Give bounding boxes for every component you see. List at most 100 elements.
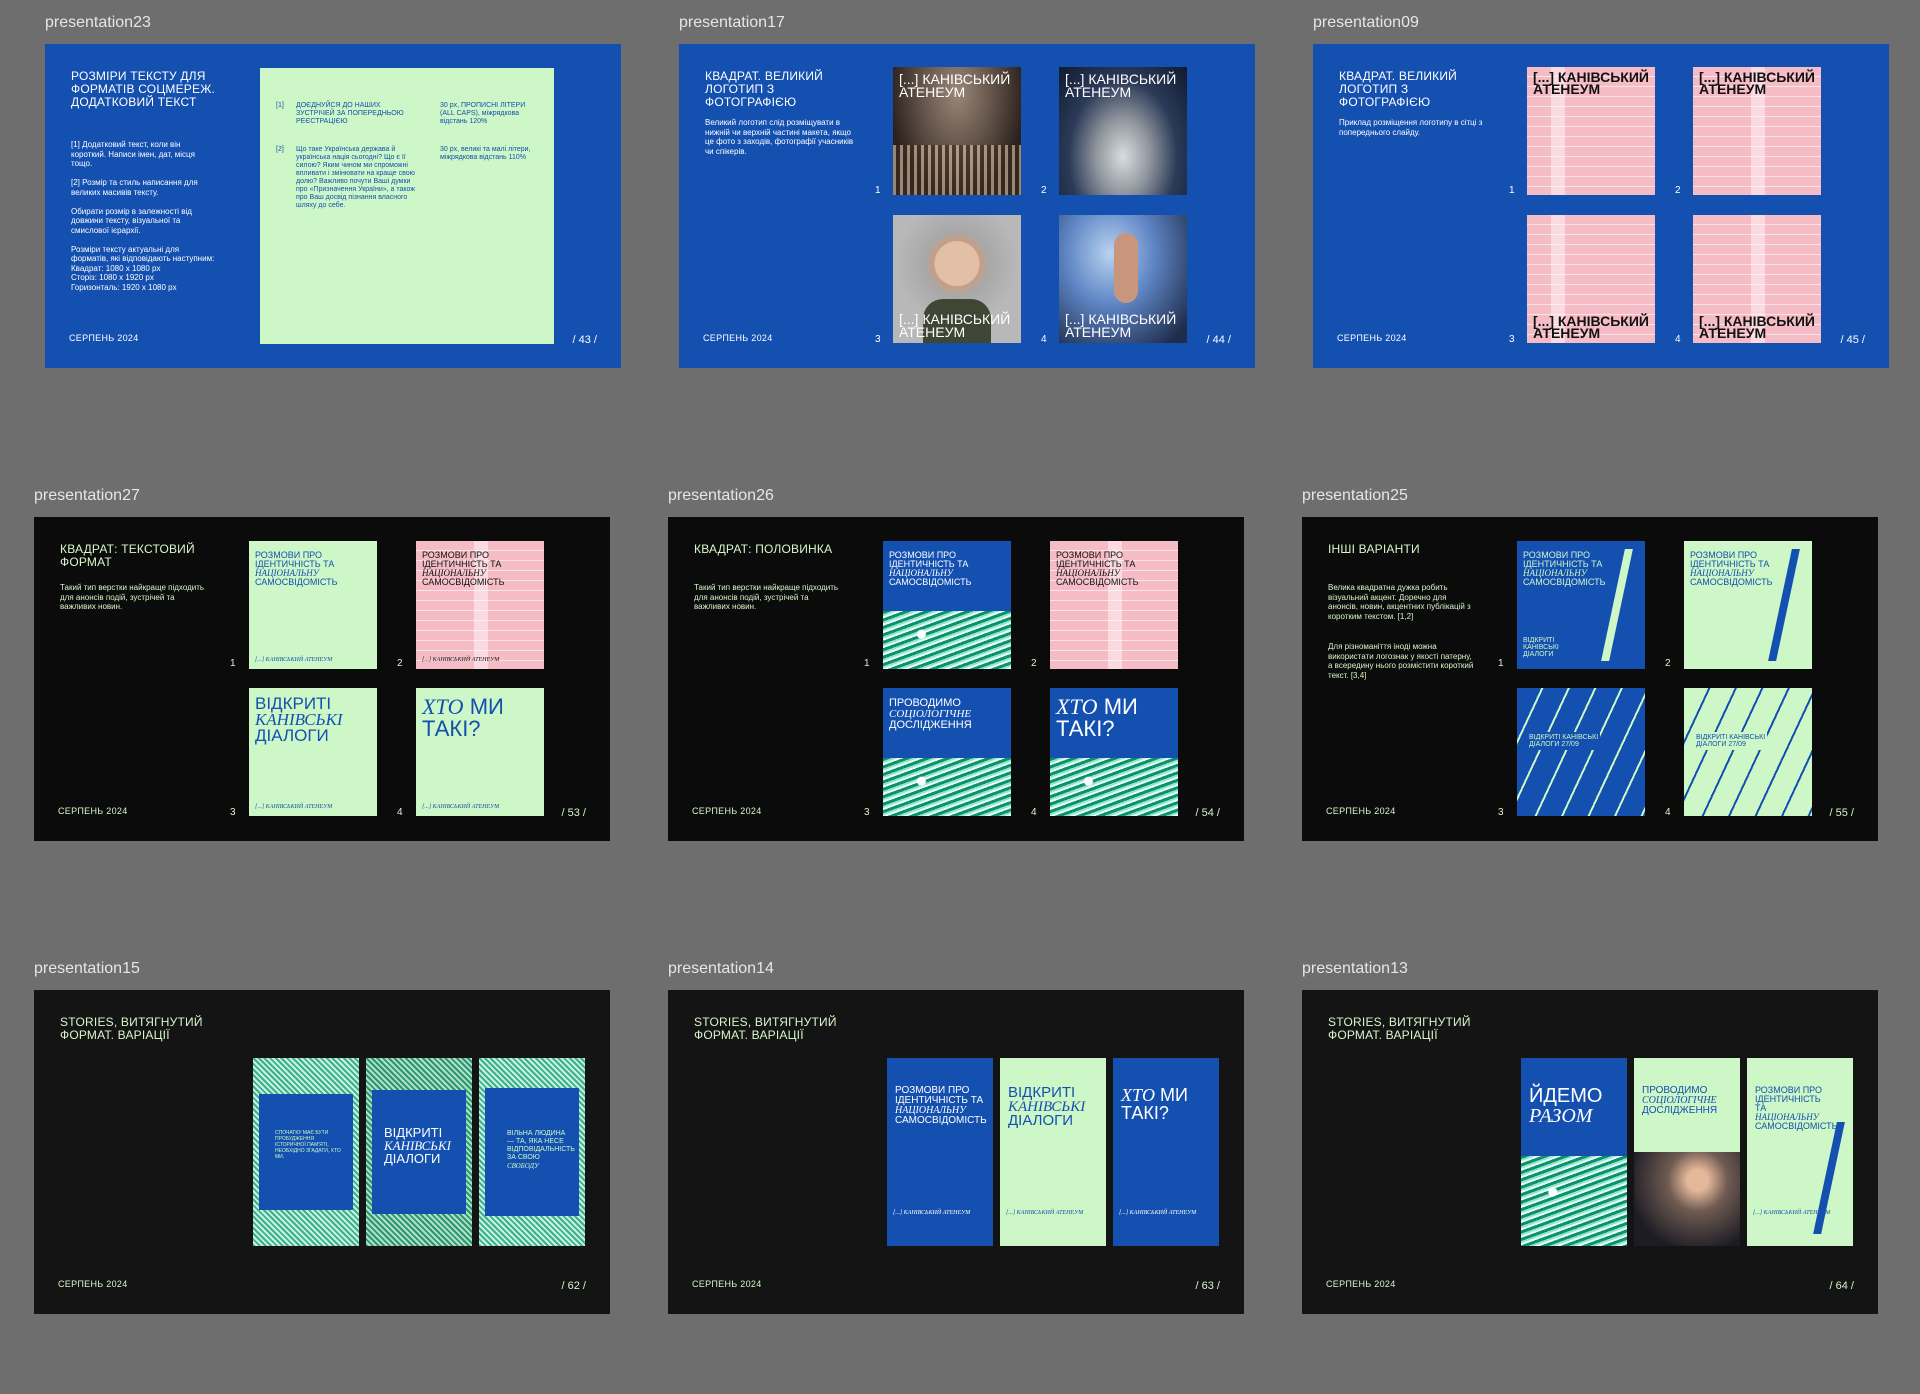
page-number: / 54 / <box>1195 807 1220 819</box>
card-number-2: 2 <box>1031 658 1037 669</box>
hand <box>1114 233 1138 303</box>
text-sample-panel: [1] ДОЄДНУЙСЯ ДО НАШИХ ЗУСТРІЧЕЙ ЗА ПОПЕ… <box>260 68 554 344</box>
logo-grid-card-1: [...] КАНІВСЬКИЙ АТЕНЕУМ <box>1527 67 1655 195</box>
logo-text: [...] КАНІВСЬКИЙ АТЕНЕУМ <box>1533 69 1649 97</box>
logo-text: [...] КАНІВСЬКИЙ АТЕНЕУМ <box>1699 313 1815 341</box>
half-card-2: РОЗМОВИ ПРО ІДЕНТИЧНІСТЬ ТА НАЦІОНАЛЬНУ … <box>1050 541 1178 669</box>
grid-number-2: 2 <box>1675 185 1681 196</box>
photo-number-4: 4 <box>1041 334 1047 345</box>
spec-text-1: 30 px, ПРОПИСНІ ЛІТЕРИ (ALL CAPS), міжря… <box>440 102 526 125</box>
bracket-shape <box>1768 549 1800 661</box>
slide-body: Великий логотип слід розміщувати в нижні… <box>705 118 854 156</box>
bracket-shape <box>1601 549 1633 661</box>
text-card-1: РОЗМОВИ ПРО ІДЕНТИЧНІСТЬ ТА НАЦІОНАЛЬНУ … <box>249 541 377 669</box>
slide-presentation09[interactable]: КВАДРАТ. ВЕЛИКИЙ ЛОГОТИП З ФОТОГРАФІЄЮ П… <box>1313 44 1889 368</box>
half-card-3: ПРОВОДИМО СОЦІОЛОГІЧНЕ ДОСЛІДЖЕННЯ <box>883 688 1011 816</box>
slide-date: СЕРПЕНЬ 2024 <box>69 333 139 343</box>
page-number: / 55 / <box>1829 807 1854 819</box>
slide-date: СЕРПЕНЬ 2024 <box>703 333 773 343</box>
logo-overlay: [...] КАНІВСЬКИЙ АТЕНЕУМ <box>899 71 1011 100</box>
slide-title: КВАДРАТ: ПОЛОВИНКА <box>694 542 833 556</box>
slide-date: СЕРПЕНЬ 2024 <box>58 806 128 816</box>
story-card-2: ВІДКРИТІ КАНІВСЬКІ ДІАЛОГИ <box>366 1058 472 1246</box>
grid-number-3: 3 <box>1509 334 1515 345</box>
slide-presentation14[interactable]: STORIES, ВИТЯГНУТИЙ ФОРМАТ. ВАРІАЦІЇ РОЗ… <box>668 990 1244 1314</box>
story-card-1: СПОЧАТКУ МАЄ БУТИ ПРОБУДЖЕННЯ ІСТОРИЧНОЇ… <box>253 1058 359 1246</box>
logo-text: [...] КАНІВСЬКИЙ АТЕНЕУМ <box>1699 69 1815 97</box>
story-card-3: РОЗМОВИ ПРО ІДЕНТИЧНІСТЬ ТА НАЦІОНАЛЬНУ … <box>1747 1058 1853 1246</box>
logo-mark: [...] КАНІВСЬКИЙ АТЕНЕУМ <box>422 657 500 663</box>
frame-label-presentation09[interactable]: presentation09 <box>1313 14 1419 32</box>
frame-label-presentation23[interactable]: presentation23 <box>45 14 151 32</box>
sample-text-2: Що таке Українська держава й українська … <box>296 146 416 209</box>
card-number-4: 4 <box>1031 807 1037 818</box>
frame-label-presentation17[interactable]: presentation17 <box>679 14 785 32</box>
river-photo <box>883 611 1011 669</box>
frame-label-presentation15[interactable]: presentation15 <box>34 960 140 978</box>
slide-presentation27[interactable]: КВАДРАТ: ТЕКСТОВИЙ ФОРМАТ Такий тип верс… <box>34 517 610 841</box>
bracket-card-2: РОЗМОВИ ПРО ІДЕНТИЧНІСТЬ ТА НАЦІОНАЛЬНУ … <box>1684 541 1812 669</box>
page-number: / 45 / <box>1840 334 1865 346</box>
bracket-card-1: РОЗМОВИ ПРО ІДЕНТИЧНІСТЬ ТА НАЦІОНАЛЬНУ … <box>1517 541 1645 669</box>
text-card-3: ВІДКРИТІ КАНІВСЬКІ ДІАЛОГИ [...] КАНІВСЬКИ… <box>249 688 377 816</box>
marker-2: [2] <box>276 146 284 153</box>
logo-grid-card-3: [...] КАНІВСЬКИЙ АТЕНЕУМ <box>1527 215 1655 343</box>
frame-label-presentation13[interactable]: presentation13 <box>1302 960 1408 978</box>
slide-title: КВАДРАТ: ТЕКСТОВИЙ ФОРМАТ <box>60 542 195 569</box>
slide-date: СЕРПЕНЬ 2024 <box>1337 333 1407 343</box>
grid-number-4: 4 <box>1675 334 1681 345</box>
slide-date: СЕРПЕНЬ 2024 <box>1326 806 1396 816</box>
photo-raised-hand: [...] КАНІВСЬКИЙ АТЕНЕУМ <box>1059 215 1187 343</box>
photo-number-2: 2 <box>1041 185 1047 196</box>
slide-body: Такий тип верстки найкраще підходить для… <box>694 583 839 611</box>
spec-text-2: 30 px, великі та малі літери, міжрядкова… <box>440 146 531 161</box>
frame-label-presentation27[interactable]: presentation27 <box>34 487 140 505</box>
card-number-3: 3 <box>1498 807 1504 818</box>
logo-mark: [...] КАНІВСЬКИЙ АТЕНЕУМ <box>255 657 333 663</box>
slide-title: РОЗМІРИ ТЕКСТУ ДЛЯ ФОРМАТІВ СОЦМЕРЕЖ. ДО… <box>71 69 216 109</box>
slide-presentation25[interactable]: ІНШІ ВАРІАНТИ Велика квадратна дужка роб… <box>1302 517 1878 841</box>
slide-presentation26[interactable]: КВАДРАТ: ПОЛОВИНКА Такий тип верстки най… <box>668 517 1244 841</box>
slide-date: СЕРПЕНЬ 2024 <box>692 1279 762 1289</box>
slide-presentation15[interactable]: STORIES, ВИТЯГНУТИЙ ФОРМАТ. ВАРІАЦІЇ СПО… <box>34 990 610 1314</box>
frame-label-presentation26[interactable]: presentation26 <box>668 487 774 505</box>
slide-body: Приклад розміщення логотипу в сітці з по… <box>1339 118 1483 137</box>
story-card-3: ВІЛЬНА ЛЮДИНА — ТА, ЯКА НЕСЕ ВІДПОВІДАЛЬ… <box>479 1058 585 1246</box>
logo-overlay: [...] КАНІВСЬКИЙ АТЕНЕУМ <box>899 311 1011 340</box>
slide-presentation13[interactable]: STORIES, ВИТЯГНУТИЙ ФОРМАТ. ВАРІАЦІЇ ЙДЕ… <box>1302 990 1878 1314</box>
frame-label-presentation25[interactable]: presentation25 <box>1302 487 1408 505</box>
slide-body: [1] Додатковий текст, коли він короткий.… <box>71 140 215 292</box>
slide-title: КВАДРАТ. ВЕЛИКИЙ ЛОГОТИП З ФОТОГРАФІЄЮ <box>705 69 824 109</box>
logo-mark: [...] КАНІВСЬКИЙ АТЕНЕУМ <box>422 804 500 810</box>
slide-date: СЕРПЕНЬ 2024 <box>58 1279 128 1289</box>
logo-grid-card-4: [...] КАНІВСЬКИЙ АТЕНЕУМ <box>1693 215 1821 343</box>
pattern-card-4: ВІДКРИТІ КАНІВСЬКІ ДІАЛОГИ 27/09 <box>1684 688 1812 816</box>
grid-number-1: 1 <box>1509 185 1515 196</box>
frame-label-presentation14[interactable]: presentation14 <box>668 960 774 978</box>
logo-overlay: [...] КАНІВСЬКИЙ АТЕНЕУМ <box>1065 311 1177 340</box>
story-card-2: ВІДКРИТІ КАНІВСЬКІ ДІАЛОГИ [...] КАНІВСЬКИ… <box>1000 1058 1106 1246</box>
slide-title: STORIES, ВИТЯГНУТИЙ ФОРМАТ. ВАРІАЦІЇ <box>60 1015 203 1042</box>
crowd-hands <box>893 145 1021 195</box>
story-card-2: ПРОВОДИМО СОЦІОЛОГІЧНЕ ДОСЛІДЖЕННЯ <box>1634 1058 1740 1246</box>
photo-stage-discussion: [...] КАНІВСЬКИЙ АТЕНЕУМ <box>1059 67 1187 195</box>
photo-concert: [...] КАНІВСЬКИЙ АТЕНЕУМ <box>893 67 1021 195</box>
card-number-1: 1 <box>1498 658 1504 669</box>
page-number: / 44 / <box>1206 334 1231 346</box>
text-card-2: РОЗМОВИ ПРО ІДЕНТИЧНІСТЬ ТА НАЦІОНАЛЬНУ … <box>416 541 544 669</box>
logo-text: [...] КАНІВСЬКИЙ АТЕНЕУМ <box>1533 313 1649 341</box>
river-photo <box>1050 758 1178 816</box>
slide-presentation17[interactable]: КВАДРАТ. ВЕЛИКИЙ ЛОГОТИП З ФОТОГРАФІЄЮ В… <box>679 44 1255 368</box>
bracket-shape <box>1813 1122 1845 1234</box>
story-card-3: ХТО МИ ТАКІ? [...] КАНІВСЬКИЙ АТЕНЕУМ <box>1113 1058 1219 1246</box>
card-number-3: 3 <box>230 807 236 818</box>
river-photo <box>883 758 1011 816</box>
page-number: / 62 / <box>561 1280 586 1292</box>
slide-title: STORIES, ВИТЯГНУТИЙ ФОРМАТ. ВАРІАЦІЇ <box>1328 1015 1471 1042</box>
card-number-4: 4 <box>397 807 403 818</box>
sample-text-1: ДОЄДНУЙСЯ ДО НАШИХ ЗУСТРІЧЕЙ ЗА ПОПЕРЕДН… <box>296 102 404 125</box>
logo-overlay: [...] КАНІВСЬКИЙ АТЕНЕУМ <box>1065 71 1177 100</box>
card-number-4: 4 <box>1665 807 1671 818</box>
story-card-1: ЙДЕМО РАЗОМ <box>1521 1058 1627 1246</box>
slide-presentation23[interactable]: РОЗМІРИ ТЕКСТУ ДЛЯ ФОРМАТІВ СОЦМЕРЕЖ. ДО… <box>45 44 621 368</box>
